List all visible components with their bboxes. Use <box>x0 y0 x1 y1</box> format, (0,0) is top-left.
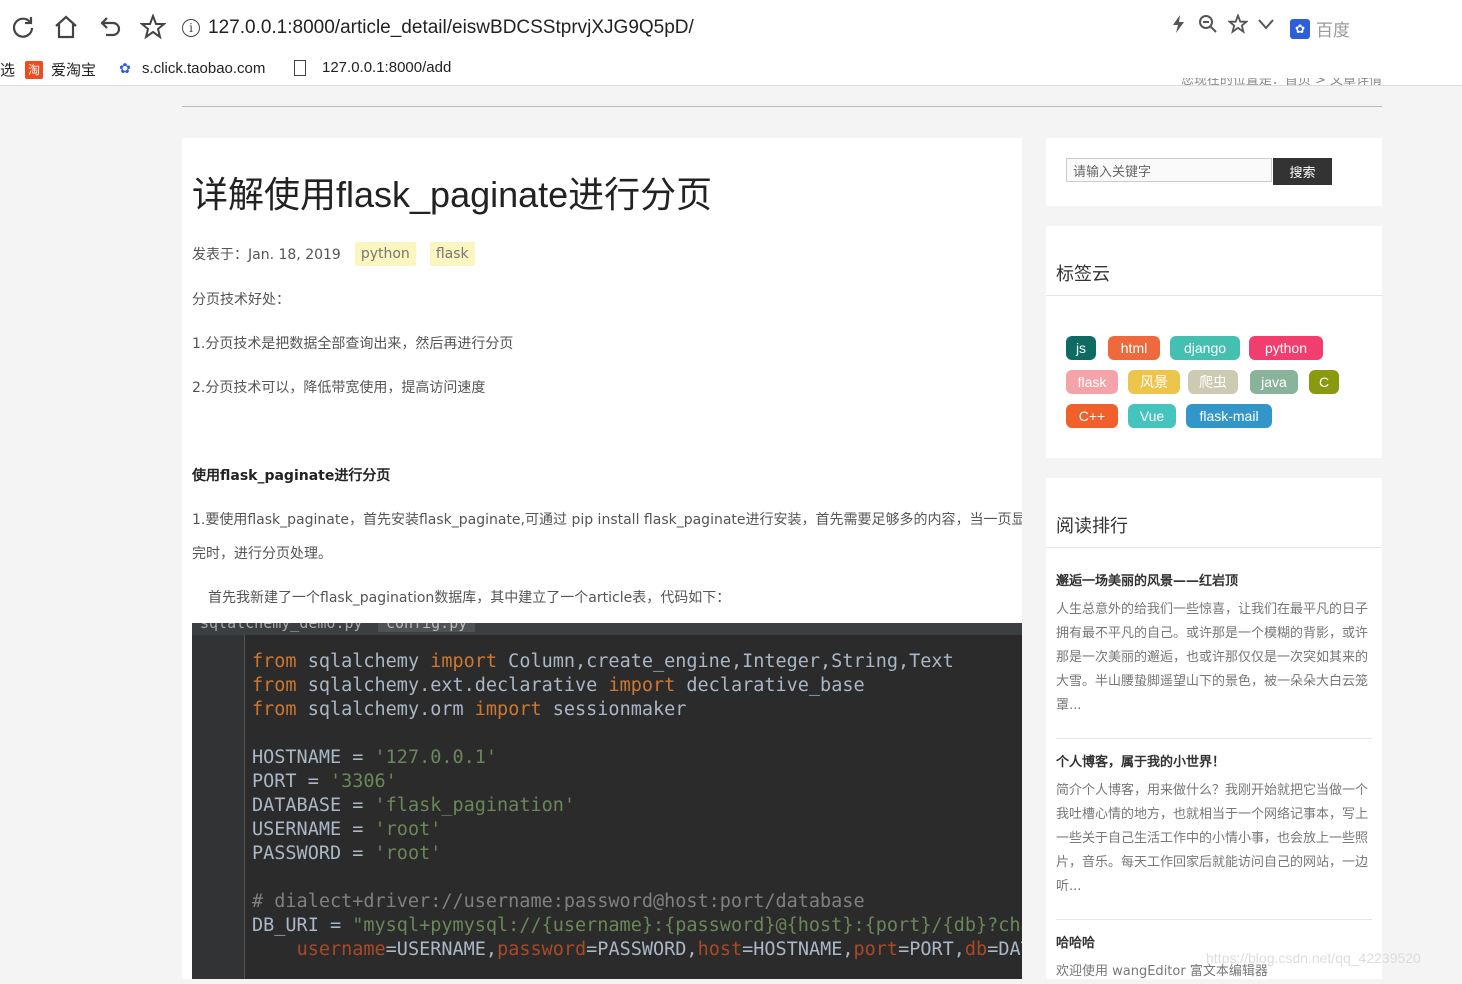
search-engine[interactable]: ✿ 百度 <box>1290 16 1350 41</box>
bookmark-item-aitaobao[interactable]: 淘 爱淘宝 <box>25 59 96 80</box>
article-title: 详解使用flask_paginate进行分页 <box>192 174 713 215</box>
watermark: https://blog.csdn.net/qq_42239520 <box>1206 950 1421 966</box>
favorite-star-icon[interactable] <box>1228 14 1248 34</box>
code-screenshot: sqlalchemy_demo.py config.py from sqlalc… <box>192 623 1022 979</box>
tag-cloud-item[interactable]: html <box>1108 336 1160 360</box>
bookmark-item[interactable]: 选 <box>0 59 15 80</box>
tag-cloud-item[interactable]: 爬虫 <box>1188 370 1238 394</box>
taobao-icon: 淘 <box>25 60 43 79</box>
publish-date: 发表于：Jan. 18, 2019 <box>192 247 341 263</box>
site-info-icon[interactable]: i <box>182 19 200 37</box>
search-engine-label: 百度 <box>1316 21 1350 41</box>
paragraph: 首先我新建了一个flask_pagination数据库，其中建立了一个artic… <box>208 590 731 606</box>
search-button[interactable]: 搜索 <box>1273 158 1332 185</box>
paragraph: 1.要使用flask_paginate，首先安装flask_paginate,可… <box>192 512 1022 528</box>
home-icon[interactable] <box>52 13 80 41</box>
tag-cloud-item[interactable]: python <box>1249 336 1323 360</box>
address-tools <box>1170 14 1274 34</box>
bookmark-label: 爱淘宝 <box>51 62 97 79</box>
search-input[interactable]: 请输入关键字 <box>1066 158 1272 182</box>
ranking-title: 阅读排行 <box>1056 516 1128 537</box>
reload-icon[interactable] <box>9 13 37 41</box>
bookmark-item-taobao-click[interactable]: ✿ s.click.taobao.com <box>116 59 265 77</box>
divider <box>1046 295 1382 296</box>
tag-cloud-item[interactable]: java <box>1250 370 1298 394</box>
code-tab: config.py <box>378 623 476 632</box>
ranking-item-title[interactable]: 邂逅一场美丽的风景——红岩顶 <box>1056 570 1238 589</box>
bookmark-label: 选 <box>0 62 16 79</box>
ranking-item-excerpt: 简介个人博客，用来做什么？我刚开始就把它当做一个我吐槽心情的地方，也就相当于一个… <box>1056 783 1369 894</box>
tag-flask[interactable]: flask <box>429 242 475 266</box>
paragraph: 2.分页技术可以，降低带宽使用，提高访问速度 <box>192 380 486 396</box>
lightning-icon[interactable] <box>1170 14 1188 34</box>
address-bar[interactable]: i 127.0.0.1:8000/article_detail/eiswBDCS… <box>182 10 1282 46</box>
ranking-item-title[interactable]: 个人博客，属于我的小世界！ <box>1056 751 1225 770</box>
ranking-card: 阅读排行 邂逅一场美丽的风景——红岩顶 人生总意外的给我们一些惊喜，让我们在最平… <box>1046 478 1382 979</box>
undo-icon[interactable] <box>96 13 124 41</box>
article-meta: 发表于：Jan. 18, 2019 python flask <box>192 242 475 266</box>
breadcrumb: 您现在的位置是：首页 > 文章详情 <box>1180 78 1382 88</box>
tag-cloud-item[interactable]: C++ <box>1066 404 1118 428</box>
url-text: 127.0.0.1:8000/article_detail/eiswBDCSSt… <box>208 17 694 38</box>
code-block: from sqlalchemy import Column,create_eng… <box>252 651 1022 960</box>
divider <box>1046 547 1382 548</box>
tag-cloud-item[interactable]: django <box>1170 336 1240 360</box>
tag-cloud-item[interactable]: js <box>1066 336 1096 360</box>
bookmark-item-localhost[interactable]: 127.0.0.1:8000/add <box>294 59 451 76</box>
tag-cloud-item[interactable]: Vue <box>1128 404 1176 428</box>
browser-toolbar: i 127.0.0.1:8000/article_detail/eiswBDCS… <box>0 0 1462 55</box>
zoom-out-icon[interactable] <box>1198 14 1218 34</box>
code-tab: sqlalchemy_demo.py <box>200 623 363 632</box>
ranking-item-excerpt: 人生总意外的给我们一些惊喜，让我们在最平凡的日子拥有最不平凡的自己。或许那是一个… <box>1056 602 1369 713</box>
baidu-paw-icon: ✿ <box>1290 18 1310 39</box>
ranking-item-title[interactable]: 哈哈哈 <box>1056 932 1095 951</box>
document-icon <box>294 59 306 76</box>
tag-cloud-card: 标签云 js html django python flask 风景 爬虫 java C C++ V… <box>1046 226 1382 458</box>
bookmark-label: 127.0.0.1:8000/add <box>322 59 452 76</box>
section-heading: 使用flask_paginate进行分页 <box>192 468 391 484</box>
divider <box>1056 738 1372 739</box>
paragraph: 分页技术好处： <box>192 292 290 308</box>
tag-cloud-item[interactable]: 风景 <box>1128 370 1180 394</box>
divider <box>182 106 1382 107</box>
tag-cloud-item[interactable]: C <box>1309 370 1339 394</box>
tag-cloud-title: 标签云 <box>1056 264 1110 285</box>
chevron-down-icon[interactable] <box>1258 18 1274 30</box>
paragraph: 完时，进行分页处理。 <box>192 546 332 562</box>
article-card: 详解使用flask_paginate进行分页 发表于：Jan. 18, 2019… <box>182 138 1022 979</box>
code-tabs: sqlalchemy_demo.py config.py <box>192 623 1022 635</box>
paragraph: 1.分页技术是把数据全部查询出来，然后再进行分页 <box>192 336 514 352</box>
divider <box>1056 919 1372 920</box>
tag-cloud-item[interactable]: flask-mail <box>1186 404 1272 428</box>
tag-python[interactable]: python <box>354 242 416 266</box>
line-gutter <box>192 635 245 979</box>
baidu-paw-icon: ✿ <box>119 59 131 76</box>
star-bookmark-icon[interactable] <box>139 13 167 41</box>
search-card: 请输入关键字 搜索 <box>1046 138 1382 206</box>
bookmark-label: s.click.taobao.com <box>142 59 266 77</box>
tag-cloud-item[interactable]: flask <box>1066 370 1118 394</box>
